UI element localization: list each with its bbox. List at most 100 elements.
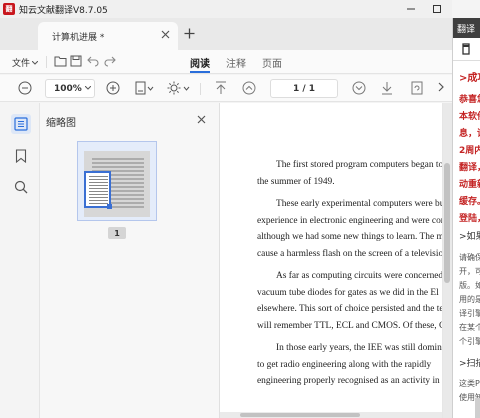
page-number-input[interactable]: 1 / 1	[270, 79, 338, 98]
text-line[interactable]: vacuum tube diodes for gates as we did i…	[238, 285, 442, 302]
info-line: 版。如	[459, 281, 480, 290]
chevron-down-icon	[85, 86, 91, 90]
main-toolbar: 文件 阅读 注释 页面	[0, 50, 452, 74]
text-line[interactable]: In those early years, the IEE was still …	[238, 340, 442, 357]
bookmarks-button[interactable]	[11, 146, 31, 166]
chevron-down-icon	[32, 60, 39, 65]
notice-line: 恭喜您	[459, 95, 480, 105]
notice-line: 2周内	[459, 146, 480, 156]
close-icon[interactable]	[197, 115, 206, 124]
vertical-scrollbar[interactable]	[443, 103, 452, 418]
document-viewer[interactable]: The first stored program computers began…	[220, 103, 452, 418]
maximize-button[interactable]	[424, 0, 450, 18]
page-thumbnail[interactable]	[77, 141, 157, 221]
text-line[interactable]: will remember TTL, ECL and CMOS. Of thes…	[238, 318, 442, 335]
app-logo: 翻	[3, 3, 15, 15]
tab-page[interactable]: 页面	[262, 55, 282, 70]
text-line[interactable]: cause a harmless flash on the screen of …	[238, 246, 442, 263]
document-page[interactable]: The first stored program computers began…	[220, 103, 442, 418]
thumbnails-button[interactable]	[11, 114, 31, 134]
thumbnails-icon	[14, 117, 28, 131]
notice-heading: >成功	[459, 73, 480, 84]
zoom-out-icon[interactable]	[18, 81, 32, 95]
text-line[interactable]: As far as computing circuits were concer…	[238, 268, 442, 285]
info-line: 请确保	[459, 253, 480, 262]
undo-icon[interactable]	[87, 55, 99, 67]
document-text[interactable]: The first stored program computers began…	[238, 157, 442, 396]
last-page-icon[interactable]	[381, 81, 393, 95]
info-line: 在某个	[459, 323, 480, 332]
zoom-select[interactable]: 100%	[45, 79, 95, 98]
tab-annotate[interactable]: 注释	[226, 55, 246, 70]
translation-scrollbar[interactable]	[475, 398, 480, 418]
chevron-right-icon[interactable]	[438, 82, 444, 92]
viewport-resize-handle[interactable]	[107, 204, 112, 209]
zoom-in-icon[interactable]	[106, 81, 120, 95]
horizontal-scroll-thumb[interactable]	[240, 413, 360, 417]
first-page-icon[interactable]	[215, 81, 227, 95]
thumbnail-panel-title: 缩略图	[46, 118, 76, 129]
paragraph[interactable]: As far as computing circuits were concer…	[238, 268, 442, 334]
translation-window-title: 翻译	[457, 24, 476, 35]
active-tab-indicator	[190, 71, 210, 73]
file-menu-button[interactable]: 文件	[12, 56, 39, 69]
rotate-icon[interactable]	[410, 81, 424, 95]
add-tab-icon[interactable]	[184, 28, 195, 39]
window-title: 知云文献翻译V8.7.05	[19, 5, 108, 16]
info-line: 个引擎	[459, 337, 480, 346]
text-line[interactable]: The first stored program computers began…	[238, 157, 442, 174]
notice-line: 登陆，	[459, 214, 480, 224]
bookmark-icon	[15, 149, 27, 163]
info-line: 用的是	[459, 295, 480, 304]
title-bar: 翻 知云文献翻译V8.7.05	[0, 0, 452, 18]
info-line: 译引擎	[459, 309, 480, 318]
tab-read[interactable]: 阅读	[190, 55, 210, 70]
redo-icon[interactable]	[104, 55, 116, 67]
save-icon[interactable]	[70, 55, 82, 67]
previous-page-icon[interactable]	[242, 81, 256, 95]
pin-icon[interactable]	[461, 43, 471, 55]
close-tab-icon[interactable]	[161, 30, 170, 39]
text-line[interactable]: experience in electronic engineering and…	[238, 213, 442, 230]
toolbar-divider	[46, 56, 47, 68]
minimize-icon	[407, 8, 415, 10]
notice-line: 翻译，	[459, 163, 480, 173]
viewport-text-lines	[89, 176, 108, 204]
horizontal-scrollbar[interactable]	[220, 412, 442, 418]
notice-line: 动重新	[459, 180, 480, 190]
view-toolbar: 100% 1 / 1	[0, 75, 452, 102]
document-tab[interactable]: 计算机进展 *	[38, 22, 178, 50]
translation-window-header: 翻译	[453, 18, 480, 38]
text-line[interactable]: These early experimental computers were …	[238, 196, 442, 213]
text-line[interactable]: although we had some new things to learn…	[238, 229, 442, 246]
brightness-icon[interactable]	[167, 81, 191, 95]
divider	[453, 60, 480, 61]
paragraph[interactable]: These early experimental computers were …	[238, 196, 442, 262]
zoom-value: 100%	[54, 83, 82, 94]
info-line: 这类PD	[459, 379, 480, 388]
open-folder-icon[interactable]	[54, 55, 67, 67]
minimize-button[interactable]	[398, 0, 424, 18]
notice-line: 本软件	[459, 112, 480, 122]
notice-line: 缓存。	[459, 197, 480, 207]
thumbnail-viewport[interactable]	[84, 171, 112, 209]
info-line: 开，可	[459, 267, 480, 276]
thumbnail-panel: 缩略图 1	[40, 103, 220, 418]
paragraph[interactable]: In those early years, the IEE was still …	[238, 340, 442, 390]
next-page-icon[interactable]	[352, 81, 366, 95]
tab-bar: 计算机进展 *	[0, 18, 452, 50]
page-layout-icon[interactable]	[135, 81, 155, 95]
vertical-scroll-thumb[interactable]	[444, 163, 450, 283]
translation-window: 翻译 >成功 恭喜您 本软件 息，请 2周内 翻译， 动重新 缓存。 登陆， >…	[452, 18, 480, 418]
paragraph[interactable]: The first stored program computers began…	[238, 157, 442, 190]
window-controls	[398, 0, 450, 18]
search-button[interactable]	[11, 177, 31, 197]
text-line[interactable]: to get radio engineering along with the …	[238, 357, 442, 374]
text-line[interactable]: the summer of 1949.	[238, 174, 442, 191]
thumbnail-page-image	[84, 151, 150, 217]
text-line[interactable]: engineering properly recognised as an ac…	[238, 373, 442, 390]
page-indicator: 1 / 1	[292, 83, 316, 94]
toolbar-divider	[200, 83, 201, 95]
section-heading: >如果	[459, 232, 480, 242]
text-line[interactable]: elsewhere. This sort of choice persisted…	[238, 301, 442, 318]
